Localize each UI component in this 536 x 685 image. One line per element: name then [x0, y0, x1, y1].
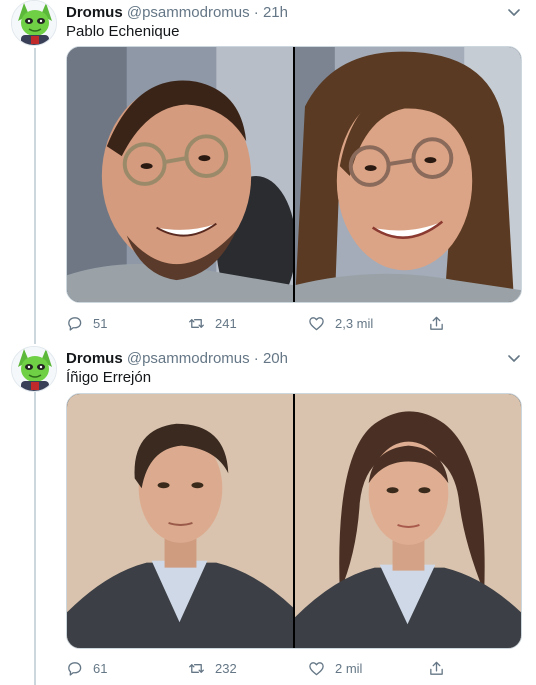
retweet-button[interactable]: 232 [188, 660, 237, 677]
action-bar: 61 232 2 mil [66, 660, 522, 680]
photo[interactable] [67, 47, 293, 302]
tweet-text: Pablo Echenique [66, 23, 180, 40]
media-grid[interactable] [66, 393, 522, 649]
separator: · [253, 350, 259, 367]
share-button[interactable] [428, 660, 455, 677]
photo[interactable] [67, 394, 293, 648]
chevron-down-icon[interactable] [506, 350, 522, 366]
share-icon [430, 661, 443, 675]
media-grid[interactable] [66, 46, 522, 303]
tweet-text: Íñigo Errejón [66, 369, 152, 386]
like-button[interactable]: 2 mil [308, 660, 362, 677]
avatar[interactable] [11, 0, 57, 46]
tweet[interactable]: Dromus @psammodromus · 21h Pablo Echeniq… [0, 0, 536, 345]
reply-count: 61 [93, 661, 108, 676]
retweet-icon [189, 319, 204, 328]
timestamp[interactable]: 21h [263, 4, 288, 21]
reply-count: 51 [93, 316, 108, 331]
photo[interactable] [295, 394, 521, 648]
like-count: 2 mil [335, 661, 363, 676]
tweet[interactable]: Dromus @psammodromus · 20h Íñigo Errejón [0, 346, 536, 685]
retweet-count: 232 [215, 661, 237, 676]
reply-icon [68, 662, 82, 676]
separator: · [253, 4, 259, 21]
handle[interactable]: @psammodromus [127, 4, 250, 21]
tweet-header: Dromus @psammodromus · 20h [66, 350, 288, 368]
retweet-icon [189, 664, 204, 673]
like-count: 2,3 mil [335, 316, 374, 331]
heart-icon [309, 317, 324, 331]
display-name[interactable]: Dromus [66, 4, 123, 21]
chevron-down-icon[interactable] [506, 4, 522, 20]
avatar[interactable] [11, 346, 57, 392]
heart-icon [309, 662, 324, 676]
share-button[interactable] [428, 315, 455, 332]
photo[interactable] [295, 47, 521, 302]
reply-button[interactable]: 61 [66, 660, 107, 677]
timestamp[interactable]: 20h [263, 350, 288, 367]
retweet-count: 241 [215, 316, 237, 331]
like-button[interactable]: 2,3 mil [308, 315, 373, 332]
action-bar: 51 241 2,3 mil [66, 315, 522, 335]
display-name[interactable]: Dromus [66, 350, 123, 367]
tweet-header: Dromus @psammodromus · 21h [66, 4, 288, 22]
reply-button[interactable]: 51 [66, 315, 107, 332]
handle[interactable]: @psammodromus [127, 350, 250, 367]
reply-icon [68, 317, 82, 331]
share-icon [430, 316, 443, 330]
retweet-button[interactable]: 241 [188, 315, 237, 332]
